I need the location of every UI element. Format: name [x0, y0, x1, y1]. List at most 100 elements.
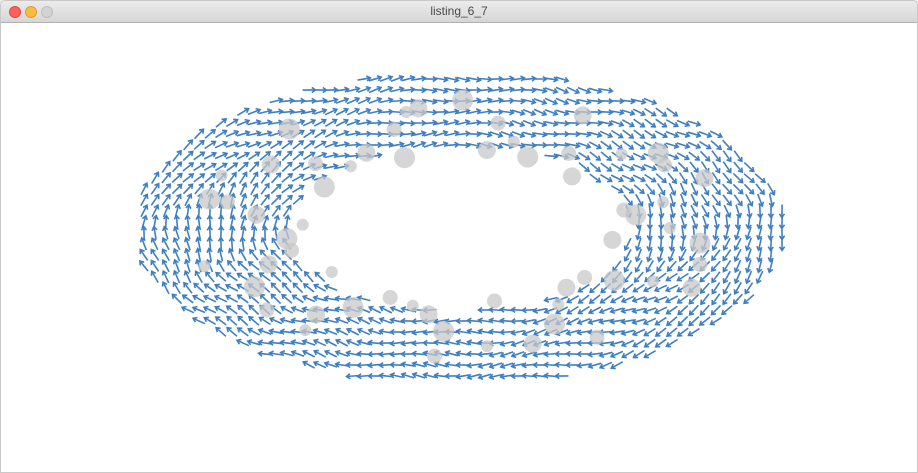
vector-arrow — [270, 272, 282, 282]
vector-arrow — [282, 282, 292, 294]
vector-arrow — [193, 283, 205, 293]
vector-arrow — [182, 183, 194, 195]
vector-arrow — [677, 305, 689, 315]
vector-arrow — [281, 150, 293, 162]
vector-arrow — [270, 282, 282, 294]
particle — [259, 302, 275, 318]
vector-arrow — [226, 316, 238, 326]
particle — [199, 188, 221, 210]
particle — [342, 296, 364, 318]
particle — [215, 169, 228, 182]
vector-arrow — [171, 173, 183, 183]
particle — [299, 324, 312, 337]
particle — [344, 160, 357, 173]
vector-arrow — [722, 183, 732, 195]
vector-arrow — [172, 161, 182, 173]
particle — [563, 167, 581, 186]
vector-arrow — [733, 293, 743, 305]
particle — [603, 230, 622, 249]
title-bar[interactable]: listing_6_7 — [1, 1, 917, 23]
particle — [400, 106, 413, 118]
particle — [427, 348, 442, 364]
vector-arrow — [237, 162, 249, 172]
particle — [244, 276, 265, 298]
vector-arrow — [193, 140, 205, 150]
particle — [663, 222, 676, 234]
vector-arrow — [271, 172, 281, 184]
particle — [557, 278, 576, 297]
vector-arrow — [270, 194, 282, 206]
particle — [487, 293, 502, 309]
particle — [657, 196, 670, 209]
sketch-canvas[interactable] — [1, 23, 917, 472]
particle — [507, 135, 520, 148]
particle — [296, 218, 309, 231]
particle — [386, 122, 402, 137]
vector-arrow — [215, 272, 227, 282]
particle — [573, 106, 592, 125]
particle — [603, 270, 625, 291]
particle — [577, 270, 593, 285]
particle — [682, 278, 701, 297]
particle — [261, 155, 280, 174]
vector-arrow — [161, 183, 171, 195]
particle — [313, 176, 335, 198]
particle — [198, 260, 211, 273]
arrow-group — [138, 74, 786, 380]
particle — [409, 99, 428, 118]
particle — [382, 290, 398, 305]
window-title: listing_6_7 — [430, 4, 488, 18]
vector-arrow — [237, 316, 249, 326]
vector-arrow — [314, 271, 326, 283]
particle — [284, 242, 299, 258]
vector-arrow — [282, 271, 292, 283]
vector-arrow — [699, 150, 711, 162]
vector-arrow — [677, 315, 689, 327]
particle — [615, 148, 628, 161]
vector-arrow — [743, 162, 755, 172]
vector-arrow — [732, 172, 744, 184]
particle — [552, 298, 565, 311]
vector-arrow — [710, 304, 722, 316]
vector-arrow — [699, 271, 711, 283]
particle — [692, 256, 708, 272]
vector-arrow — [171, 183, 183, 195]
particle — [419, 305, 438, 324]
particle — [544, 313, 565, 335]
particle — [647, 142, 669, 164]
particle — [477, 141, 496, 160]
vector-arrow — [249, 161, 259, 173]
particle — [357, 143, 376, 162]
particle — [278, 118, 300, 140]
particle — [589, 329, 605, 345]
vector-arrow — [270, 183, 282, 195]
vector-arrow — [182, 150, 194, 162]
particle — [625, 204, 647, 226]
particle — [517, 146, 539, 168]
particle — [406, 299, 419, 312]
vector-arrow — [270, 293, 282, 305]
vector-arrow — [722, 139, 732, 151]
vector-arrow — [248, 304, 260, 316]
particle — [308, 156, 323, 172]
particle — [490, 115, 506, 131]
vector-arrow — [732, 183, 744, 195]
vector-arrow — [281, 260, 293, 272]
vector-arrow — [689, 304, 699, 316]
particle — [325, 266, 338, 278]
particle — [647, 275, 659, 288]
particle — [433, 320, 455, 342]
vector-arrow — [292, 282, 304, 294]
particle — [561, 145, 577, 161]
vector-arrow — [281, 161, 293, 173]
vector-arrow — [743, 183, 755, 195]
particle — [394, 147, 415, 169]
particle — [452, 89, 474, 111]
particle — [481, 340, 493, 353]
particle — [307, 305, 325, 324]
vector-arrow — [237, 261, 249, 271]
vector-arrow — [259, 293, 271, 305]
app-window: listing_6_7 — [0, 0, 918, 473]
vector-arrow — [171, 293, 183, 305]
vector-arrow — [237, 305, 249, 315]
